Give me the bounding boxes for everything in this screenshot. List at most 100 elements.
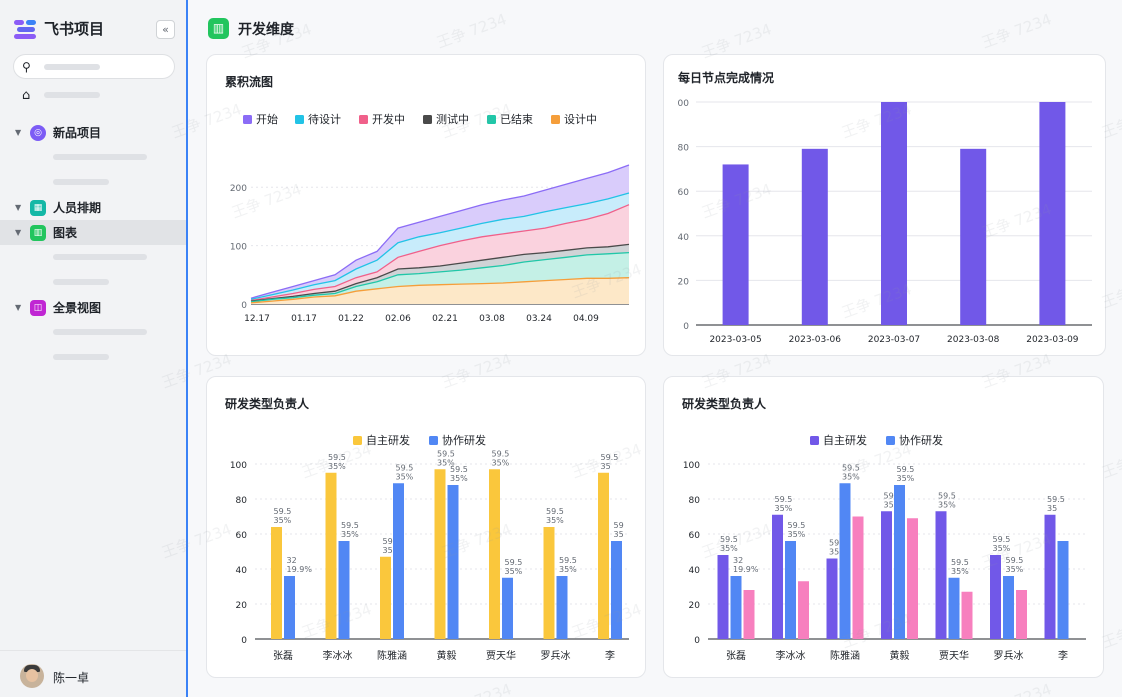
bar [730,576,742,639]
search-input[interactable]: ⚲ [13,54,175,79]
x-tick-label: 张磊 [726,650,746,662]
y-tick-label: 40 [236,566,248,576]
feishu-project-logo-icon [14,19,38,39]
legend-label: 开始 [256,112,278,126]
bar [447,485,459,639]
user-profile[interactable]: 陈一卓 [0,650,186,697]
data-label: 35% [341,530,359,539]
cumulative-flow-chart-card: 累积流图 开始 待设计 开发中 测试中 已结束 设计中 0 100 200 12.17 01.17 0… [206,54,646,356]
home-label-skeleton [44,92,100,98]
caret-down-icon[interactable]: ▼ [15,228,21,237]
caret-down-icon[interactable]: ▼ [15,203,21,212]
avatar[interactable] [20,664,44,688]
x-tick-label: 李冰冰 [776,649,806,662]
data-label: 32 [733,556,743,565]
y-tick-label: 40 [678,233,690,243]
data-label: 32 [287,556,297,565]
x-tick-label: 李 [1058,649,1068,662]
bar [772,514,783,639]
bar [826,558,838,639]
data-label: 35 [614,530,624,539]
user-name: 陈一卓 [53,671,90,685]
data-label: 35% [897,474,915,483]
x-tick-label: 2023-03-05 [709,335,761,345]
data-label: 35% [396,472,414,481]
caret-down-icon[interactable]: ▼ [15,303,21,312]
bar [717,555,729,639]
sidebar-item-label: 图表 [53,226,78,240]
x-tick-label: 2023-03-06 [789,335,842,345]
data-label: 59.5 [559,556,577,565]
sidebar-subitem-skeleton[interactable] [53,279,109,285]
y-tick-label: 40 [689,566,701,576]
sidebar-subitem-skeleton[interactable] [53,154,147,160]
y-tick-label: 80 [689,496,701,506]
sidebar-item-staff-schedule[interactable]: ▼ ▦ 人员排期 [0,195,186,220]
bar [434,469,446,639]
data-label: 59.5 [492,449,510,458]
data-label: 35% [450,474,468,483]
y-tick-label: 60 [678,188,690,198]
sidebar-subitem-skeleton[interactable] [53,254,147,260]
sidebar-item-new-product[interactable]: ▼ ◎ 新品项目 [0,120,186,145]
collapse-sidebar-button[interactable]: « [156,20,175,39]
daily-node-completion-card: 每日节点完成情况 0 20 40 60 80 00 2023-03-05 2023-03-06… [663,54,1106,356]
bar [961,591,973,639]
legend-swatch [423,115,432,124]
app-logo[interactable]: 飞书项目 [14,18,104,39]
sidebar-item-charts[interactable]: ▼ ▥ 图表 [0,220,186,245]
bar [338,541,350,639]
y-tick-label: 60 [689,531,701,541]
bar [722,164,749,325]
bar [894,485,905,639]
search-icon: ⚲ [22,60,31,74]
sidebar-item-panorama[interactable]: ▼ ◫ 全景视图 [0,295,186,320]
legend-swatch [353,436,362,445]
data-label: 59.5 [842,463,860,472]
home-icon[interactable]: ⌂ [22,88,30,103]
legend-label: 协作研发 [442,433,486,447]
caret-down-icon[interactable]: ▼ [15,128,21,137]
bar [935,511,947,639]
sidebar-subitem-skeleton[interactable] [53,179,109,185]
data-label: 59.5 [328,453,346,462]
data-label: 35% [1006,565,1024,574]
data-label: 59.5 [1047,495,1065,504]
data-label: 59.5 [720,535,738,544]
page-header: ▥ 开发维度 [208,18,294,39]
data-label: 35% [938,500,956,509]
x-tick-label: 陈雅涵 [830,649,860,662]
legend-label: 自主研发 [823,433,867,447]
bar [881,511,892,639]
sidebar-subitem-skeleton[interactable] [53,329,147,335]
data-label: 59.5 [437,449,455,458]
data-label: 35% [775,504,793,513]
x-tick-label: 2023-03-09 [1026,335,1079,345]
sidebar-subitem-skeleton[interactable] [53,354,109,360]
sidebar-item-label: 新品项目 [53,126,102,140]
x-tick-label: 张磊 [273,650,293,662]
data-label: 35% [951,567,969,576]
y-tick-label: 0 [683,322,689,332]
x-tick-label: 李 [605,649,615,662]
watermark-text: 王争 7234 [439,678,515,697]
dev-type-owner-chart-card-2: 研发类型负责人 自主研发 协作研发 0 20 40 60 80 100 59.5 35% 32 19.… [663,376,1104,678]
data-label: 35% [720,544,738,553]
data-label: 59.5 [505,558,523,567]
legend-label: 自主研发 [366,433,410,447]
data-label: 59.5 [788,521,806,530]
x-tick-label: 03.24 [526,314,552,324]
bar [881,102,907,325]
y-tick-label: 0 [694,636,700,646]
bar [489,469,500,639]
legend-swatch [810,436,819,445]
bar [1016,590,1027,639]
data-label: 59.5 [897,465,915,474]
app-title: 飞书项目 [44,20,105,38]
x-tick-label: 贾天华 [939,649,969,662]
dev-type-owner-chart-card-1: 研发类型负责人 自主研发 协作研发 0 20 40 60 80 100 59.5 35% 32 19.… [206,376,646,678]
sidebar-item-label: 全景视图 [53,301,102,315]
data-label: 59.5 [1006,556,1024,565]
data-label: 35% [505,567,523,576]
y-tick-label: 100 [683,461,700,471]
